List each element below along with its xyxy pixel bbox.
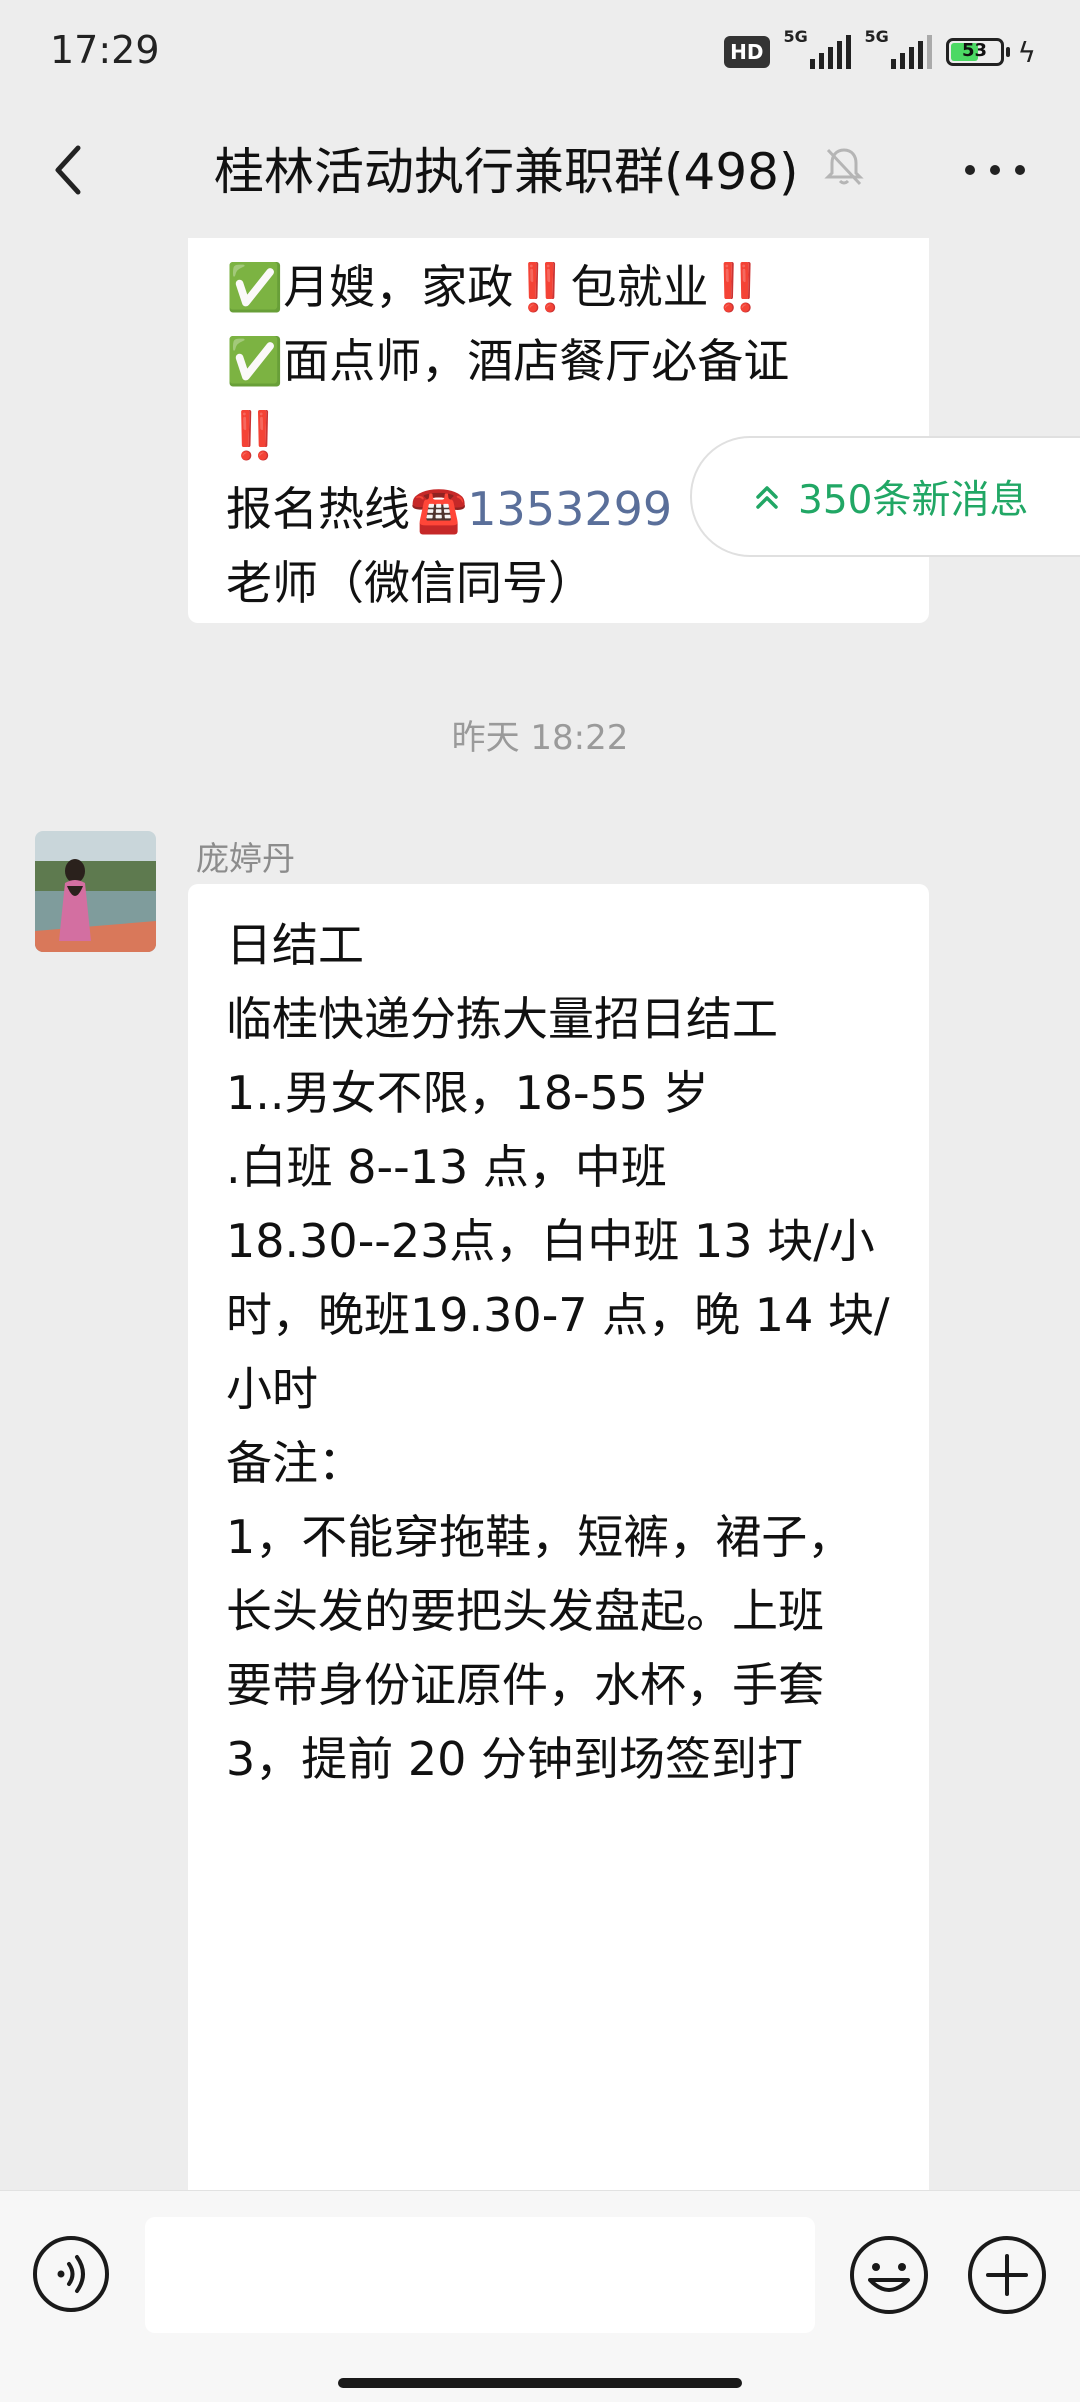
voice-input-icon[interactable] <box>31 2234 111 2314</box>
message-line: 临桂快递分拣大量招日结工 <box>226 992 778 1046</box>
message-line: 18.30--23点，白中班 13 块/小 <box>226 1214 875 1268</box>
message-timestamp: 昨天 18:22 <box>451 718 629 758</box>
message-bubble[interactable]: 日结工 临桂快递分拣大量招日结工 1..男女不限，18-55 岁 .白班 8--… <box>188 884 929 2190</box>
signal-label-1: 5G <box>783 27 808 46</box>
hotline-label: 报名热线☎️ <box>226 482 468 536</box>
message-line: 备注： <box>226 1436 364 1490</box>
new-messages-count: 350条新消息 <box>798 477 1029 523</box>
message-bubble-previous[interactable]: ✅月嫂，家政‼️包就业‼️ ✅面点师，酒店餐厅必备证 ‼️ 报名热线☎️1353… <box>188 238 929 623</box>
back-arrow-icon[interactable] <box>40 140 100 200</box>
chat-title: 桂林活动执行兼职群(498) <box>214 143 799 201</box>
charging-icon: ϟ <box>1017 35 1036 69</box>
message-line: 长头发的要把头发盘起。上班 <box>226 1584 824 1638</box>
message-line: 时，晚班19.30-7 点，晚 14 块/ <box>226 1288 890 1342</box>
chat-area[interactable]: ✅月嫂，家政‼️包就业‼️ ✅面点师，酒店餐厅必备证 ‼️ 报名热线☎️1353… <box>0 238 1080 2190</box>
message-line: 小时 <box>226 1362 318 1416</box>
battery-level: 53 <box>961 40 988 61</box>
message-line: 老师（微信同号） <box>226 556 594 610</box>
mute-bell-icon <box>824 148 864 186</box>
status-time: 17:29 <box>50 28 160 72</box>
status-icons: HD 5G 5G 53 ϟ <box>724 27 1036 74</box>
input-bar <box>0 2190 1080 2402</box>
signal-icon-1: 5G <box>784 27 851 69</box>
message-line: 3，提前 20 分钟到场签到打 <box>226 1732 804 1786</box>
status-bar: 17:29 HD 5G 5G 53 ϟ <box>0 0 1080 110</box>
battery-icon: 53 <box>945 38 1010 66</box>
message-line: ✅面点师，酒店餐厅必备证 <box>226 334 790 388</box>
message-line: 要带身份证原件，水杯，手套 <box>226 1658 824 1712</box>
phone-number-link[interactable]: 1353299 <box>467 482 672 536</box>
sender-name: 庞婷丹 <box>196 839 295 878</box>
home-indicator[interactable] <box>338 2378 742 2388</box>
add-attachment-icon[interactable] <box>966 2234 1048 2316</box>
nav-bar: 桂林活动执行兼职群(498) <box>0 110 1080 238</box>
signal-icon-2: 5G <box>865 27 932 69</box>
message-input[interactable] <box>145 2217 815 2333</box>
signal-label-2: 5G <box>864 27 889 46</box>
double-chevron-up-icon <box>756 485 778 509</box>
new-messages-pill[interactable]: 350条新消息 <box>692 438 1080 555</box>
message-line: .白班 8--13 点，中班 <box>226 1140 667 1194</box>
message-line: 日结工 <box>226 918 364 972</box>
message-line: 1..男女不限，18-55 岁 <box>226 1066 709 1120</box>
more-options-icon[interactable] <box>960 140 1030 200</box>
message-line: 1，不能穿拖鞋，短裤，裙子， <box>226 1510 854 1564</box>
message-line: ✅月嫂，家政‼️包就业‼️ <box>226 260 766 314</box>
sender-avatar[interactable] <box>35 831 156 952</box>
hd-voice-icon: HD <box>724 36 770 68</box>
emoji-icon[interactable] <box>848 2234 930 2316</box>
